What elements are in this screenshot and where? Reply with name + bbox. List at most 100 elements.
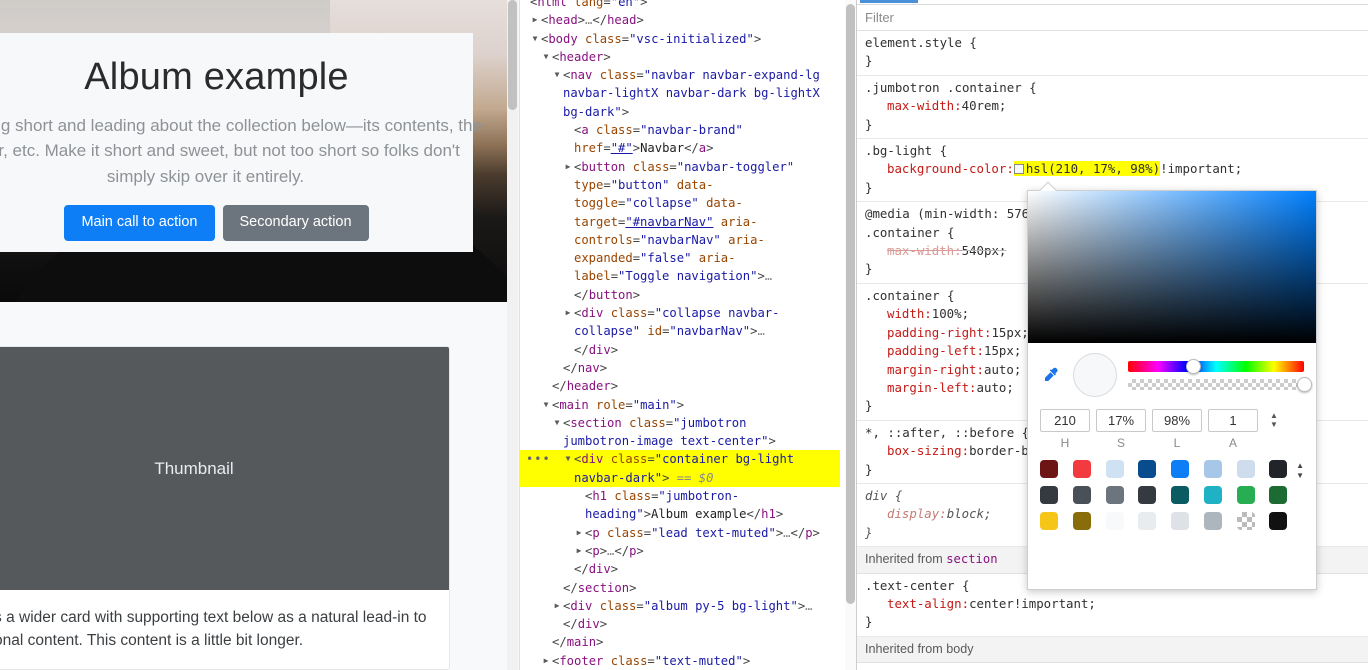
dom-node[interactable]: ▶<div class="collapse navbar-collapse" i… [520, 304, 840, 341]
dom-node[interactable]: ▶<p>…</p> [520, 542, 840, 560]
page-scrollbar-thumb[interactable] [508, 0, 517, 110]
palette-color-chip[interactable] [1204, 460, 1222, 478]
alpha-slider[interactable] [1128, 379, 1304, 390]
palette-color-chip[interactable] [1237, 486, 1255, 504]
dom-node[interactable]: <html lang="en"> [520, 0, 840, 11]
css-value[interactable]: 40rem; [962, 98, 1007, 113]
secondary-action-button[interactable]: Secondary action [223, 205, 369, 240]
styles-tab-strip[interactable] [857, 0, 1368, 5]
css-property[interactable]: padding-left: [865, 342, 984, 360]
styles-filter-input[interactable]: Filter [865, 10, 894, 25]
dom-node-ellipsis-icon[interactable]: ••• [526, 450, 551, 468]
palette-color-chip[interactable] [1073, 486, 1091, 504]
css-value[interactable]: hsl(210, 17%, 98%) [1014, 161, 1160, 176]
dom-node[interactable]: </nav> [520, 359, 840, 377]
css-declaration[interactable]: text-align: center!important; [865, 595, 1368, 613]
css-property[interactable]: padding-right: [865, 324, 991, 342]
dom-node[interactable]: ▶<footer class="text-muted"> [520, 652, 840, 670]
chevron-right-icon[interactable]: ▶ [563, 158, 573, 176]
palette-color-chip[interactable] [1073, 512, 1091, 530]
palette-color-chip[interactable] [1073, 460, 1091, 478]
css-value[interactable]: auto; [984, 362, 1021, 377]
dom-node[interactable]: ▼<header> [520, 48, 840, 66]
dom-tree-pane[interactable]: <html lang="en">▶<head>…</head>▼<body cl… [519, 0, 856, 670]
css-property[interactable]: text-align: [865, 595, 969, 613]
chevron-down-icon[interactable]: ▼ [541, 48, 551, 66]
saturation-input[interactable] [1096, 409, 1146, 432]
dom-node[interactable]: ▼<main role="main"> [520, 396, 840, 414]
palette-color-chip[interactable] [1171, 512, 1189, 530]
dom-tree-list[interactable]: <html lang="en">▶<head>…</head>▼<body cl… [520, 0, 840, 670]
chevron-right-icon[interactable]: ▶ [530, 11, 540, 29]
css-property[interactable]: display: [865, 505, 947, 523]
dom-node[interactable]: ▶<p class="lead text-muted">…</p> [520, 524, 840, 542]
palette-color-chip[interactable] [1204, 486, 1222, 504]
palette-color-chip[interactable] [1040, 512, 1058, 530]
palette-color-chip[interactable] [1040, 460, 1058, 478]
palette-color-chip[interactable] [1171, 486, 1189, 504]
lightness-input[interactable] [1152, 409, 1202, 432]
css-property[interactable]: margin-right: [865, 361, 984, 379]
dom-node[interactable]: </header> [520, 377, 840, 395]
css-property[interactable]: max-width: [865, 242, 962, 260]
chevron-right-icon[interactable]: ▶ [574, 542, 584, 560]
chevron-down-icon[interactable]: ▼ [530, 30, 540, 48]
dom-node[interactable]: </div> [520, 341, 840, 359]
alpha-input[interactable] [1208, 409, 1258, 432]
chevron-right-icon[interactable]: ▶ [541, 652, 551, 670]
palette-color-chip[interactable] [1138, 486, 1156, 504]
rendered-webpage-pane[interactable]: Album example Something short and leadin… [0, 0, 519, 670]
dom-node[interactable]: <h1 class="jumbotron-heading">Album exam… [520, 487, 840, 524]
color-picker-saturation-value-area[interactable] [1028, 191, 1316, 343]
hue-slider[interactable] [1128, 361, 1304, 372]
dom-node[interactable]: </section> [520, 579, 840, 597]
dom-node[interactable]: </div> [520, 560, 840, 578]
palette-switch-toggle[interactable]: ▲ ▼ [1289, 460, 1304, 479]
palette-color-chip[interactable] [1171, 460, 1189, 478]
eyedropper-icon[interactable] [1040, 362, 1062, 388]
styles-filter-bar[interactable]: Filter [857, 5, 1368, 31]
dom-node[interactable]: ▼<nav class="navbar navbar-expand-lg nav… [520, 66, 840, 121]
palette-color-chip[interactable] [1237, 460, 1255, 478]
chevron-right-icon[interactable]: ▶ [574, 524, 584, 542]
css-property[interactable]: margin-left: [865, 379, 977, 397]
palette-color-chip[interactable] [1106, 460, 1124, 478]
css-property[interactable]: width: [865, 305, 932, 323]
css-value[interactable]: center!important; [969, 596, 1096, 611]
chevron-down-icon[interactable]: ▼ [552, 414, 562, 432]
palette-color-chip[interactable] [1204, 512, 1222, 530]
css-value[interactable]: 15px; [991, 325, 1028, 340]
inherited-source-element[interactable]: section [946, 552, 997, 566]
css-rule[interactable]: element.style {} [857, 31, 1368, 76]
jumbotron-container[interactable]: Album example Something short and leadin… [0, 33, 473, 252]
dom-tree-scrollbar[interactable] [845, 0, 856, 670]
palette-color-chip[interactable] [1106, 512, 1124, 530]
css-property[interactable]: box-sizing: [865, 442, 969, 460]
chevron-down-icon[interactable]: ▼ [563, 450, 573, 468]
css-value[interactable]: 100%; [932, 306, 969, 321]
css-selector[interactable]: .bg-light { [865, 142, 1368, 160]
palette-color-chip[interactable] [1040, 486, 1058, 504]
chevron-down-icon[interactable]: ▼ [541, 396, 551, 414]
chevron-down-icon[interactable]: ▼ [552, 66, 562, 84]
palette-color-chip[interactable] [1106, 486, 1124, 504]
color-palette[interactable]: ▲ ▼ [1028, 454, 1316, 540]
album-card[interactable]: Thumbnail This is a wider card with supp… [0, 346, 450, 670]
palette-color-chip[interactable] [1269, 512, 1287, 530]
css-declaration[interactable]: background-color: hsl(210, 17%, 98%)!imp… [865, 160, 1368, 178]
palette-color-chip[interactable] [1269, 460, 1287, 478]
hue-input[interactable] [1040, 409, 1090, 432]
dom-node[interactable]: ▶<div class="album py-5 bg-light">…</div… [520, 597, 840, 634]
css-selector[interactable]: element.style { [865, 34, 1368, 52]
dom-node[interactable]: ▶<head>…</head> [520, 11, 840, 29]
chevron-right-icon[interactable]: ▶ [552, 597, 562, 615]
css-value[interactable]: 540px; [962, 243, 1007, 258]
dom-node[interactable]: ▼<body class="vsc-initialized"> [520, 30, 840, 48]
alpha-slider-thumb[interactable] [1297, 377, 1312, 392]
dom-node[interactable]: ▶<button class="navbar-toggler" type="bu… [520, 158, 840, 304]
css-value[interactable]: 15px; [984, 343, 1021, 358]
color-palette-grid[interactable] [1040, 460, 1289, 530]
css-property[interactable]: background-color: [865, 160, 1014, 178]
palette-color-chip[interactable] [1138, 512, 1156, 530]
css-selector[interactable]: .jumbotron .container { [865, 79, 1368, 97]
